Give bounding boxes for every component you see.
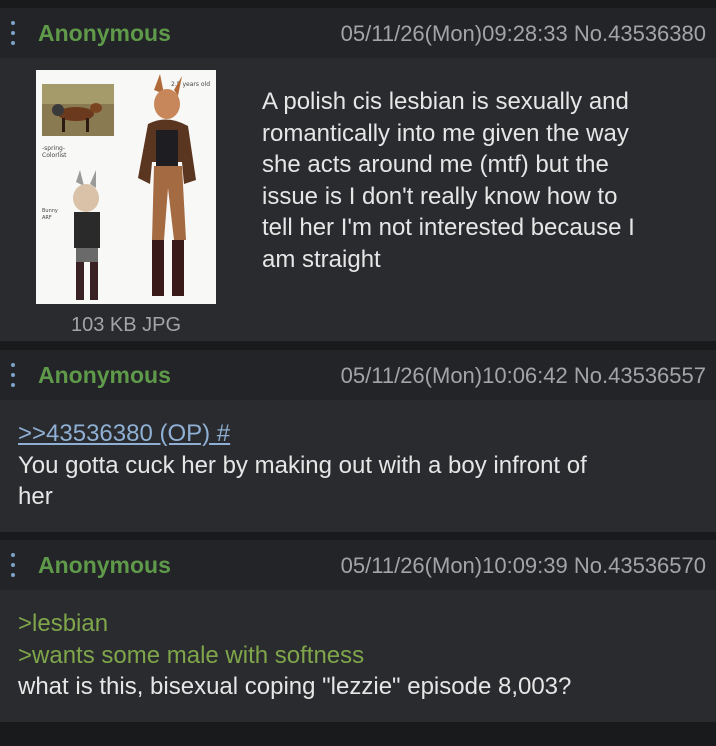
- post-datetime: 05/11/26(Mon)09:28:33: [340, 21, 568, 46]
- comment-line: she acts around me (mtf) but the: [262, 151, 609, 178]
- post-thumbnail[interactable]: -spring- Colorlist 2.5 years old Bunny A…: [36, 70, 216, 304]
- poster-name: Anonymous: [38, 362, 171, 388]
- post-datetime: 05/11/26(Mon)10:09:39: [340, 553, 568, 578]
- comment-line: You gotta cuck her by making out with a …: [18, 451, 587, 479]
- post-comment: >>43536380 (OP) # You gotta cuck her by …: [18, 418, 708, 513]
- post-meta: 05/11/26(Mon)10:09:39 No.43536570: [341, 553, 706, 579]
- post-header: Anonymous 05/11/26(Mon)10:06:42 No.43536…: [0, 350, 716, 400]
- comment-line: tell her I'm not interested because I: [262, 214, 635, 241]
- file-info: 103 KB JPG: [70, 314, 182, 336]
- post-number[interactable]: No.43536570: [574, 553, 706, 578]
- comment-line: romantically into me given the way: [262, 119, 629, 147]
- greentext-line: >lesbian: [18, 610, 109, 637]
- comment-line: am straight: [262, 245, 381, 273]
- comment-line: what is this, bisexual coping "lezzie" e…: [18, 673, 572, 700]
- vertical-ellipsis-icon[interactable]: [8, 21, 18, 45]
- post-number[interactable]: No.43536557: [574, 363, 706, 388]
- comment-line: issue is I don't really know how to: [262, 182, 618, 210]
- post-comment: A polish cis lesbian is sexually and rom…: [262, 86, 702, 275]
- post-number[interactable]: No.43536380: [574, 21, 706, 46]
- poster-name: Anonymous: [38, 552, 171, 578]
- thumb-text-spring: -spring-: [42, 145, 65, 152]
- thumb-text-colorlist: Colorlist: [42, 152, 67, 159]
- poster-name: Anonymous: [38, 20, 171, 46]
- post-meta: 05/11/26(Mon)10:06:42 No.43536557: [341, 363, 706, 389]
- post-comment: >lesbian >wants some male with softness …: [18, 608, 708, 703]
- comment-line: A polish cis lesbian is sexually and: [262, 88, 629, 115]
- post-reply: Anonymous 05/11/26(Mon)10:06:42 No.43536…: [0, 350, 716, 532]
- greentext-line: >wants some male with softness: [18, 641, 365, 669]
- vertical-ellipsis-icon[interactable]: [8, 363, 18, 387]
- post-op: Anonymous 05/11/26(Mon)09:28:33 No.43536…: [0, 8, 716, 341]
- thumbnail-illustration: -spring- Colorlist 2.5 years old Bunny A…: [36, 70, 216, 304]
- quote-link[interactable]: >>43536380 (OP) #: [18, 420, 230, 447]
- post-reply: Anonymous 05/11/26(Mon)10:09:39 No.43536…: [0, 540, 716, 722]
- post-header: Anonymous 05/11/26(Mon)10:09:39 No.43536…: [0, 540, 716, 590]
- thumb-text-bunny: Bunny: [42, 208, 58, 214]
- post-meta: 05/11/26(Mon)09:28:33 No.43536380: [341, 21, 706, 47]
- comment-line: her: [18, 483, 53, 510]
- thumb-text-arf: ARF: [42, 215, 52, 221]
- post-header: Anonymous 05/11/26(Mon)09:28:33 No.43536…: [0, 8, 716, 58]
- post-datetime: 05/11/26(Mon)10:06:42: [340, 363, 568, 388]
- vertical-ellipsis-icon[interactable]: [8, 553, 18, 577]
